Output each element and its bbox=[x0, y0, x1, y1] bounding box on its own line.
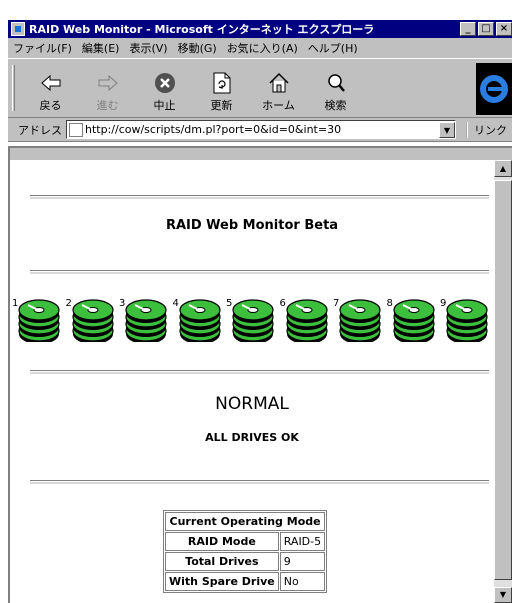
menu-help[interactable]: ヘルプ(H) bbox=[308, 40, 358, 56]
spare-drive-label: With Spare Drive bbox=[165, 572, 279, 591]
window-title: RAID Web Monitor - Microsoft インターネット エクス… bbox=[29, 23, 375, 36]
disk-drive-icon bbox=[178, 299, 221, 342]
page-title: RAID Web Monitor Beta bbox=[165, 218, 339, 233]
refresh-label: 更新 bbox=[210, 99, 233, 112]
table-row: RAID Mode RAID-5 bbox=[165, 532, 326, 551]
drive-3[interactable]: 3 bbox=[119, 290, 173, 346]
scroll-thumb[interactable] bbox=[494, 180, 512, 580]
raid-status-detail: ALL DRIVES OK bbox=[205, 431, 299, 444]
address-field[interactable]: http://cow/scripts/dm.pl?port=0&id=0&int… bbox=[66, 120, 456, 139]
window-titlebar[interactable]: RAID Web Monitor - Microsoft インターネット エクス… bbox=[8, 20, 512, 38]
table-header: Current Operating Mode bbox=[165, 512, 326, 531]
divider bbox=[30, 370, 489, 374]
home-label: ホーム bbox=[262, 99, 295, 112]
vertical-scrollbar[interactable]: ▲ ▼ bbox=[494, 160, 512, 603]
refresh-button[interactable]: 更新 bbox=[193, 61, 250, 117]
stop-button[interactable]: 中止 bbox=[136, 61, 193, 117]
disk-drive-icon bbox=[446, 299, 488, 342]
back-arrow-icon bbox=[39, 71, 63, 95]
back-button[interactable]: 戻る bbox=[22, 61, 79, 117]
address-dropdown-button[interactable]: ▼ bbox=[439, 121, 455, 138]
drive-6[interactable]: 6 bbox=[280, 290, 334, 346]
raid-mode-value: RAID-5 bbox=[279, 532, 326, 551]
search-icon bbox=[324, 71, 348, 95]
home-button[interactable]: ホーム bbox=[250, 61, 307, 117]
disk-drive-icon bbox=[339, 299, 381, 342]
maximize-button[interactable]: □ bbox=[478, 22, 494, 36]
divider bbox=[30, 195, 489, 199]
disk-drive-icon bbox=[71, 299, 114, 342]
links-button[interactable]: リンク bbox=[466, 121, 507, 138]
page-icon bbox=[69, 122, 83, 137]
scroll-down-button[interactable]: ▼ bbox=[494, 587, 512, 603]
forward-button[interactable]: 進む bbox=[79, 61, 136, 117]
table-row: With Spare Drive No bbox=[165, 572, 326, 591]
home-icon bbox=[267, 71, 291, 95]
search-label: 検索 bbox=[324, 99, 347, 112]
forward-arrow-icon bbox=[96, 71, 120, 95]
raid-status: NORMAL bbox=[215, 394, 289, 414]
total-drives-value: 9 bbox=[279, 552, 326, 571]
toolbar: 戻る 進む 中止 更新 ホーム 検索 bbox=[8, 58, 512, 118]
stop-icon bbox=[153, 71, 177, 95]
operating-mode-table: Current Operating Mode RAID Mode RAID-5 … bbox=[163, 510, 328, 593]
drive-5[interactable]: 5 bbox=[226, 290, 280, 346]
close-button[interactable]: × bbox=[496, 22, 512, 36]
table-row: Total Drives 9 bbox=[165, 552, 326, 571]
drive-8[interactable]: 8 bbox=[387, 290, 441, 346]
page-content: RAID Web Monitor Beta 123456789 NORMAL A… bbox=[10, 160, 494, 603]
ie-logo-icon bbox=[476, 63, 512, 115]
refresh-icon bbox=[210, 71, 234, 95]
address-label: アドレス bbox=[18, 123, 62, 137]
drive-row: 123456789 bbox=[10, 290, 494, 346]
drive-2[interactable]: 2 bbox=[66, 290, 120, 346]
disk-drive-icon bbox=[125, 299, 167, 342]
drive-4[interactable]: 4 bbox=[173, 290, 227, 346]
menu-go[interactable]: 移動(G) bbox=[178, 40, 217, 56]
forward-label: 進む bbox=[96, 99, 119, 112]
divider bbox=[30, 270, 489, 274]
disk-drive-icon bbox=[232, 299, 274, 342]
address-url[interactable]: http://cow/scripts/dm.pl?port=0&id=0&int… bbox=[85, 123, 439, 136]
total-drives-label: Total Drives bbox=[165, 552, 279, 571]
drive-9[interactable]: 9 bbox=[440, 290, 494, 346]
drive-7[interactable]: 7 bbox=[333, 290, 387, 346]
menu-file[interactable]: ファイル(F) bbox=[13, 40, 72, 56]
menu-edit[interactable]: 編集(E) bbox=[82, 40, 120, 56]
search-button[interactable]: 検索 bbox=[307, 61, 364, 117]
toolbar-grip[interactable] bbox=[12, 65, 15, 111]
disk-drive-icon bbox=[392, 299, 435, 342]
ie-app-icon[interactable] bbox=[11, 22, 25, 36]
raid-mode-label: RAID Mode bbox=[165, 532, 279, 551]
menu-view[interactable]: 表示(V) bbox=[129, 40, 167, 56]
stop-label: 中止 bbox=[153, 99, 176, 112]
spare-drive-value: No bbox=[279, 572, 326, 591]
divider bbox=[30, 480, 489, 484]
menu-bar: ファイル(F) 編集(E) 表示(V) 移動(G) お気に入り(A) ヘルプ(H… bbox=[8, 38, 512, 58]
menu-favorites[interactable]: お気に入り(A) bbox=[227, 40, 298, 56]
minimize-button[interactable]: _ bbox=[460, 22, 476, 36]
disk-drive-icon bbox=[18, 299, 60, 342]
scroll-up-button[interactable]: ▲ bbox=[494, 160, 512, 177]
disk-drive-icon bbox=[285, 299, 328, 342]
back-label: 戻る bbox=[39, 99, 62, 112]
drive-1[interactable]: 1 bbox=[12, 290, 66, 346]
address-bar: アドレス http://cow/scripts/dm.pl?port=0&id=… bbox=[8, 118, 512, 142]
